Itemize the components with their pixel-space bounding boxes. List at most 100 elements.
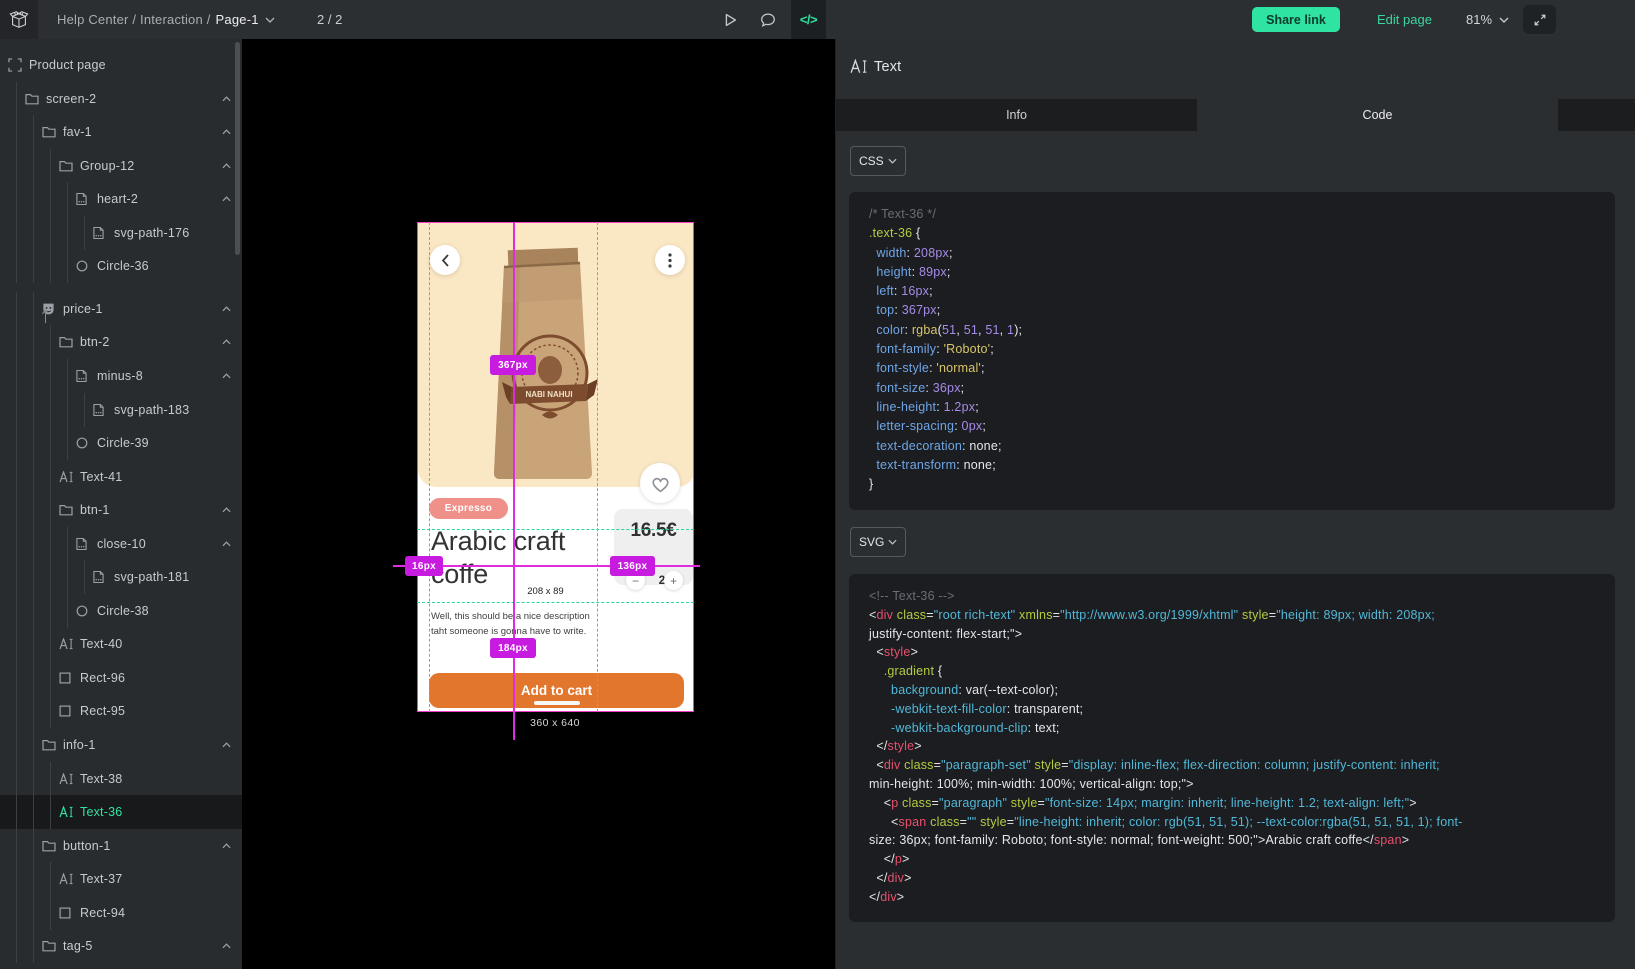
share-link-button[interactable]: Share link: [1252, 7, 1340, 32]
layer-info-1[interactable]: info-1: [0, 728, 242, 762]
guide-left: [429, 222, 430, 712]
layer-rect-96[interactable]: Rect-96: [0, 661, 242, 695]
layer-circle-38[interactable]: Circle-38: [0, 594, 242, 628]
quantity-increase-button[interactable]: +: [664, 571, 683, 590]
css-language-select[interactable]: CSS: [850, 146, 906, 176]
svg-code-block[interactable]: <!-- Text-36 --><div class="root rich-te…: [849, 574, 1615, 922]
code-view-button[interactable]: </>: [791, 0, 826, 39]
chevron-up-icon[interactable]: [222, 742, 231, 748]
chevron-up-icon[interactable]: [222, 306, 231, 312]
layer-text-36[interactable]: Text-36: [0, 795, 242, 829]
layer-rect-95[interactable]: Rect-95: [0, 694, 242, 728]
indent-guide: [16, 795, 17, 829]
tab-info[interactable]: Info: [836, 99, 1197, 131]
svg-language-select[interactable]: SVG: [850, 527, 906, 557]
layer-button-1[interactable]: button-1: [0, 829, 242, 863]
layer-product-page[interactable]: Product page: [0, 48, 242, 82]
indent-guide: [16, 460, 17, 494]
chevron-up-icon[interactable]: [222, 96, 231, 102]
layer-label: price-1: [63, 302, 103, 316]
text-icon: [59, 773, 74, 785]
layer-svg-path-181[interactable]: svg-path-181: [0, 560, 242, 594]
indent-guide: [50, 896, 51, 930]
chevron-up-icon[interactable]: [222, 163, 231, 169]
comment-button[interactable]: [756, 0, 780, 39]
kebab-menu-button[interactable]: [655, 245, 685, 275]
chevron-up-icon[interactable]: [222, 129, 231, 135]
design-canvas[interactable]: NABI NAHUI Expresso Arabic craft: [242, 39, 835, 969]
chevron-up-icon[interactable]: [222, 541, 231, 547]
chevron-up-icon[interactable]: [222, 196, 231, 202]
chevron-up-icon[interactable]: [222, 373, 231, 379]
layer-heart-2[interactable]: heart-2: [0, 182, 242, 216]
play-button[interactable]: [718, 0, 742, 39]
layer-btn-2[interactable]: btn-2: [0, 325, 242, 359]
chevron-up-icon[interactable]: [222, 843, 231, 849]
sidebar-scrollbar[interactable]: [235, 42, 240, 255]
inspector-header: Text: [836, 39, 1635, 99]
layer-circle-36[interactable]: Circle-36: [0, 249, 242, 283]
chevron-up-icon[interactable]: [222, 507, 231, 513]
indent-guide: [50, 560, 51, 594]
indent-guide: [50, 393, 51, 427]
back-button[interactable]: [430, 245, 460, 275]
layer-rect-94[interactable]: Rect-94: [0, 896, 242, 930]
indent-guide: [50, 493, 51, 527]
price-value: 16.5€: [614, 520, 693, 542]
product-tag-badge[interactable]: Expresso: [429, 498, 508, 519]
layer-minus-8[interactable]: minus-8: [0, 359, 242, 393]
edit-page-link[interactable]: Edit page: [1377, 0, 1432, 39]
layer-text-38[interactable]: Text-38: [0, 762, 242, 796]
indent-guide: [67, 560, 68, 594]
indent-guide: [16, 896, 17, 930]
app-logo[interactable]: [0, 0, 38, 39]
chevron-down-icon: [888, 539, 897, 545]
layer-fav-1[interactable]: fav-1: [0, 115, 242, 149]
zoom-level-dropdown[interactable]: 81%: [1466, 0, 1509, 39]
layer-text-37[interactable]: Text-37: [0, 862, 242, 896]
layer-screen-2[interactable]: screen-2: [0, 82, 242, 116]
layer-text-40[interactable]: Text-40: [0, 627, 242, 661]
indent-guide: [16, 149, 17, 183]
svgfile-icon: [93, 226, 104, 239]
folder-icon: [42, 840, 56, 852]
tab-code[interactable]: Code: [1197, 99, 1558, 131]
layer-label: Text-41: [80, 470, 122, 484]
indent-guide: [33, 661, 34, 695]
indent-guide: [16, 426, 17, 460]
indent-guide: [33, 216, 34, 250]
layer-label: btn-1: [80, 503, 110, 517]
folder-icon: [59, 160, 73, 172]
breadcrumb-current-page: Page-1: [216, 12, 259, 27]
layer-group-12[interactable]: Group-12: [0, 149, 242, 183]
measure-badge-left: 16px: [405, 556, 443, 576]
layer-label: Text-36: [80, 805, 122, 819]
layer-close-10[interactable]: close-10: [0, 527, 242, 561]
layer-circle-39[interactable]: Circle-39: [0, 426, 242, 460]
layer-price-1[interactable]: price-1: [0, 292, 242, 326]
layer-tag-5[interactable]: tag-5: [0, 929, 242, 963]
folder-icon: [59, 336, 73, 348]
product-title[interactable]: Arabic craft coffe: [431, 525, 603, 591]
chevron-up-icon[interactable]: [222, 943, 231, 949]
artboard-product-page[interactable]: NABI NAHUI Expresso Arabic craft: [417, 222, 694, 712]
favorite-button[interactable]: [640, 463, 680, 503]
guide-right: [597, 222, 598, 712]
layer-btn-1[interactable]: btn-1: [0, 493, 242, 527]
layer-svg-path-183[interactable]: svg-path-183: [0, 393, 242, 427]
rect-icon: [59, 705, 71, 717]
indent-guide: [16, 493, 17, 527]
layer-text-41[interactable]: Text-41: [0, 460, 242, 494]
indent-guide: [50, 795, 51, 829]
indent-guide: [50, 661, 51, 695]
indent-guide: [33, 728, 34, 762]
indent-guide: [33, 115, 34, 149]
chevron-up-icon[interactable]: [222, 339, 231, 345]
layers-panel: Product pagescreen-2fav-1Group-12heart-2…: [0, 39, 242, 969]
fullscreen-button[interactable]: [1523, 5, 1556, 34]
css-code-block[interactable]: /* Text-36 */.text-36 { width: 208px; he…: [849, 192, 1615, 510]
chevron-down-icon[interactable]: [265, 17, 275, 23]
layer-svg-path-176[interactable]: svg-path-176: [0, 216, 242, 250]
play-icon: [721, 11, 739, 29]
breadcrumb[interactable]: Help Center / Interaction / Page-1: [57, 0, 275, 39]
